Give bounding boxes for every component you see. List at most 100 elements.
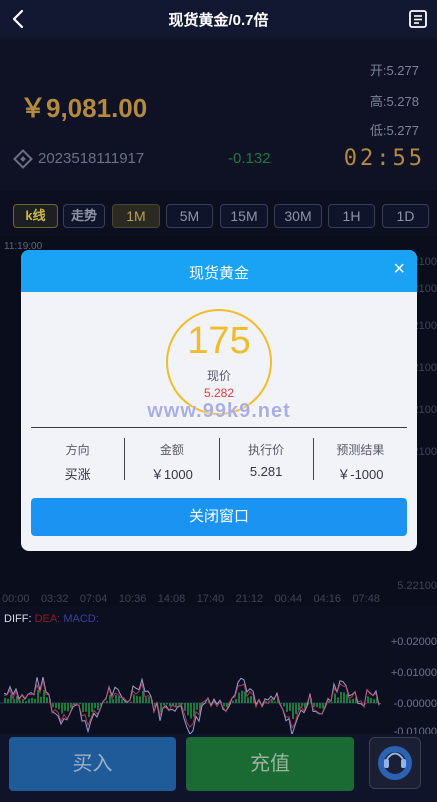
macd-bar — [247, 697, 249, 703]
macd-bar — [148, 697, 150, 703]
macd-bar — [136, 695, 138, 703]
stat-value: ￥-1000 — [337, 467, 384, 482]
macd-bar — [37, 690, 39, 703]
macd-bar — [337, 697, 339, 703]
macd-bar — [331, 702, 333, 703]
macd-chart — [0, 676, 381, 736]
macd-bar — [379, 703, 381, 705]
macd-bar — [373, 699, 375, 703]
tab-1h[interactable]: 1H — [328, 204, 375, 228]
macd-bar — [139, 696, 141, 703]
macd-bar — [292, 703, 294, 719]
tab-1d[interactable]: 1D — [382, 204, 429, 228]
macd-bar — [13, 698, 15, 703]
macd-bar — [94, 703, 96, 709]
stat-strike-price: 执行价 5.281 — [218, 438, 313, 480]
macd-bar — [193, 703, 195, 717]
close-icon[interactable]: × — [393, 258, 405, 280]
macd-bar — [340, 691, 342, 703]
macd-bar — [235, 698, 237, 703]
macd-bar — [109, 694, 111, 703]
stat-label: 执行价 — [248, 443, 285, 457]
macd-bar — [313, 703, 315, 708]
macd-bar — [316, 703, 318, 708]
macd-bar — [31, 697, 33, 703]
tab-15m[interactable]: 15M — [220, 204, 268, 228]
macd-bar — [328, 701, 330, 703]
macd-label: MACD: — [63, 613, 99, 625]
macd-bar — [190, 703, 192, 719]
macd-bar — [289, 703, 291, 711]
macd-bar — [301, 703, 303, 707]
macd-bar — [88, 703, 90, 718]
countdown-timer: 02:55 — [343, 146, 425, 171]
macd-bar — [121, 699, 123, 703]
stat-value: 买涨 — [64, 467, 91, 482]
stat-label: 预测结果 — [336, 443, 385, 457]
macd-bar — [133, 694, 135, 703]
macd-bar — [145, 697, 147, 703]
price-change: -0.132 — [228, 150, 271, 167]
low-price: 低:5.277 — [369, 123, 419, 138]
order-id-row: 2023518111917 — [13, 148, 145, 169]
order-list-icon[interactable] — [407, 8, 429, 30]
order-stats: 方向 买涨 金额 ￥1000 执行价 5.281 预测结果 ￥-1000 — [31, 438, 407, 482]
macd-bar — [346, 694, 348, 703]
macd-bar — [250, 695, 252, 703]
modal-title: 现货黄金 — [188, 265, 249, 282]
stat-value: 5.281 — [249, 464, 283, 479]
macd-bar — [319, 703, 321, 709]
account-balance: ￥9,081.00 — [20, 93, 148, 123]
macd-bar — [223, 703, 225, 707]
macd-bar — [169, 703, 171, 707]
macd-bar — [118, 696, 120, 703]
macd-bar — [322, 703, 324, 709]
macd-bar — [52, 703, 54, 708]
tab-1m[interactable]: 1M — [112, 204, 160, 228]
stat-label: 金额 — [159, 443, 184, 457]
macd-bar — [184, 703, 186, 711]
customer-service-icon — [378, 746, 412, 780]
macd-bar — [367, 696, 369, 703]
quote-panel: ￥9,081.00 开:5.277 高:5.278 低:5.277 202351… — [0, 38, 437, 190]
macd-bar — [283, 703, 285, 707]
macd-bar — [40, 696, 42, 703]
macd-bar — [34, 698, 36, 703]
tab-5m[interactable]: 5M — [166, 204, 213, 228]
macd-bar — [58, 703, 60, 710]
tab-kline[interactable]: k线 — [13, 204, 58, 228]
macd-bar — [130, 701, 132, 703]
macd-bar — [4, 698, 6, 703]
watermark: www.99k9.net — [147, 400, 291, 422]
top-bar: 现货黄金/0.7倍 — [0, 0, 437, 38]
chart-tabs: k线 走势 1M 5M 15M 30M 1H 1D — [0, 200, 437, 234]
macd-bar — [64, 703, 66, 711]
macd-bar — [46, 697, 48, 703]
macd-bar — [67, 703, 69, 712]
current-price-label: 现价 — [206, 369, 231, 383]
bottom-actions: 买入 充值 — [0, 734, 437, 802]
buy-button[interactable]: 买入 — [9, 737, 176, 791]
stat-amount: 金额 ￥1000 — [124, 438, 218, 482]
macd-bar — [163, 703, 165, 706]
recharge-button[interactable]: 充值 — [186, 737, 354, 791]
macd-bar — [232, 700, 234, 703]
macd-legend: DIFF: DEA: MACD: — [4, 613, 99, 625]
order-id: 2023518111917 — [38, 150, 145, 167]
customer-service-button[interactable] — [369, 737, 421, 789]
order-result-modal: 现货黄金 × 175 现价 5.282 www.99k9.net 方向 买涨 金… — [21, 250, 417, 551]
close-window-button[interactable]: 关闭窗口 — [31, 498, 407, 536]
high-price: 高:5.278 — [369, 94, 419, 109]
macd-bar — [334, 693, 336, 703]
stat-result: 预测结果 ￥-1000 — [312, 438, 407, 482]
tab-30m[interactable]: 30M — [274, 204, 322, 228]
page-title: 现货黄金/0.7倍 — [168, 12, 269, 29]
macd-bar — [241, 690, 243, 703]
tab-trend[interactable]: 走势 — [63, 204, 105, 228]
macd-bar — [112, 699, 114, 703]
modal-header: 现货黄金 × — [21, 250, 417, 292]
current-price-value: 5.282 — [203, 386, 235, 400]
divider — [31, 427, 407, 428]
open-price: 开:5.277 — [369, 63, 419, 78]
macd-bar — [295, 703, 297, 715]
